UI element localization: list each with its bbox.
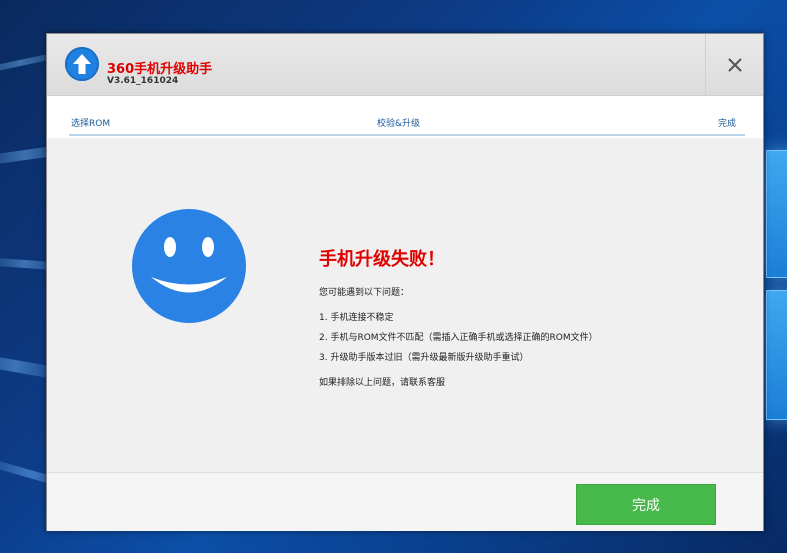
close-icon	[728, 58, 742, 71]
step-progress-bar: 选择ROM 校验&升级 完成	[47, 96, 763, 138]
app-version: V3.61_161024	[107, 76, 179, 86]
finish-button[interactable]: 完成	[576, 484, 716, 525]
issue-item: 2. 手机与ROM文件不匹配（需插入正确手机或选择正确的ROM文件）	[319, 333, 598, 343]
smiley-face-icon	[132, 209, 246, 323]
step-complete: 完成	[718, 119, 737, 129]
upgrade-assistant-window: 360手机升级助手 V3.61_161024 选择ROM 校验&升级 完成 手机…	[46, 33, 764, 531]
progress-track	[69, 134, 745, 136]
step-select-rom: 选择ROM	[71, 119, 111, 129]
contact-support-text: 如果排除以上问题，请联系客服	[319, 378, 446, 388]
desktop-window-pane	[766, 290, 787, 420]
title-bar[interactable]: 360手机升级助手 V3.61_161024	[47, 34, 763, 96]
upload-arrow-icon	[65, 47, 99, 81]
close-button[interactable]	[705, 34, 764, 95]
failure-intro: 您可能遇到以下问题：	[319, 288, 410, 298]
issue-item: 1. 手机连接不稳定	[319, 313, 394, 323]
failure-title: 手机升级失败！	[319, 249, 445, 270]
issue-item: 3. 升级助手版本过旧（需升级最新版升级助手重试）	[319, 353, 529, 363]
result-panel: 手机升级失败！ 您可能遇到以下问题： 1. 手机连接不稳定 2. 手机与ROM文…	[47, 138, 763, 472]
desktop-window-pane	[766, 150, 787, 278]
footer-bar: 完成	[47, 472, 763, 531]
step-verify-upgrade: 校验&升级	[377, 119, 421, 129]
app-title: 360手机升级助手	[107, 62, 213, 77]
